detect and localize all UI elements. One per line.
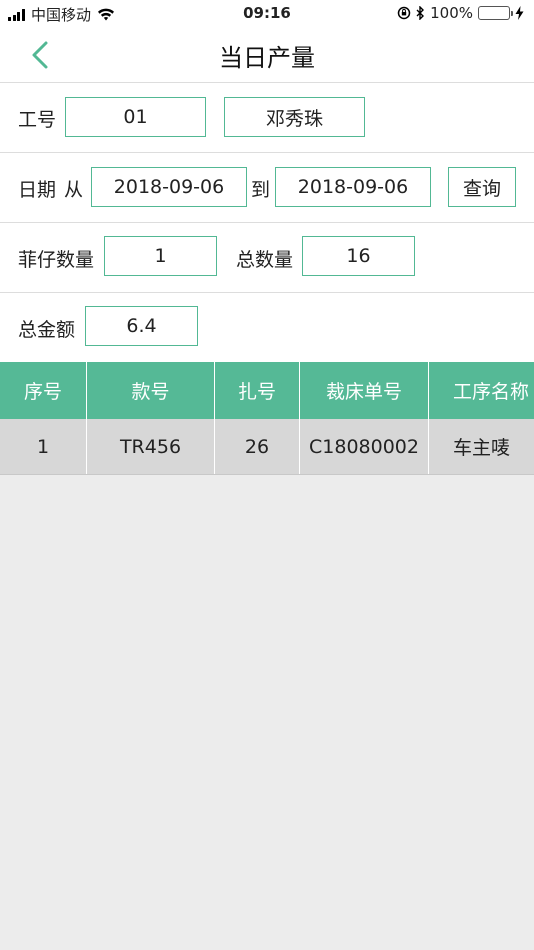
table-header: 序号 款号 扎号 裁床单号 工序名称 [0, 362, 534, 419]
header-process-name: 工序名称 [452, 381, 529, 403]
total-quantity-label: 总数量 [236, 249, 294, 271]
cell-bundle-no: 26 [244, 435, 270, 458]
ticket-count-label: 菲仔数量 [18, 249, 95, 271]
cell-style-no: TR456 [119, 435, 182, 458]
total-amount-field[interactable]: 6.4 [85, 306, 198, 346]
nav-bar: 当日产量 [0, 28, 534, 83]
date-to-label: 到 [251, 179, 271, 201]
battery-icon [478, 6, 513, 20]
total-quantity-field[interactable]: 16 [302, 236, 415, 276]
header-cutting-order: 裁床单号 [325, 381, 402, 403]
amount-row: 总金额 6.4 [0, 293, 534, 362]
rotation-lock-icon [397, 6, 411, 20]
worker-name-field[interactable]: 邓秀珠 [224, 97, 365, 137]
bluetooth-icon [416, 6, 425, 20]
worker-id-label: 工号 [18, 109, 57, 131]
table-row[interactable]: 1 TR456 26 C18080002 车主唛 [0, 419, 534, 475]
date-label: 日期 [18, 179, 57, 201]
total-amount-label: 总金额 [18, 319, 76, 341]
battery-percent: 100% [430, 4, 473, 22]
worker-id-field[interactable]: 01 [65, 97, 206, 137]
status-right: 100% [392, 4, 524, 22]
query-button[interactable]: 查询 [448, 167, 516, 207]
date-row: 日期 从 2018-09-06 到 2018-09-06 查询 [0, 153, 534, 223]
date-from-label: 从 [64, 179, 84, 201]
charging-icon [515, 6, 524, 20]
date-to-field[interactable]: 2018-09-06 [275, 167, 431, 207]
cell-seq: 1 [36, 435, 50, 458]
date-from-field[interactable]: 2018-09-06 [91, 167, 247, 207]
header-bundle-no: 扎号 [237, 381, 276, 403]
counts-row: 菲仔数量 1 总数量 16 [0, 223, 534, 293]
cell-cutting-order: C18080002 [309, 435, 419, 458]
worker-row: 工号 01 邓秀珠 [0, 83, 534, 153]
header-seq: 序号 [23, 381, 62, 403]
status-bar: 中国移动 09:16 100% [0, 0, 534, 28]
ticket-count-field[interactable]: 1 [104, 236, 217, 276]
cell-process-name: 车主唛 [452, 437, 510, 459]
header-style-no: 款号 [131, 381, 170, 403]
page-title: 当日产量 [219, 44, 315, 72]
